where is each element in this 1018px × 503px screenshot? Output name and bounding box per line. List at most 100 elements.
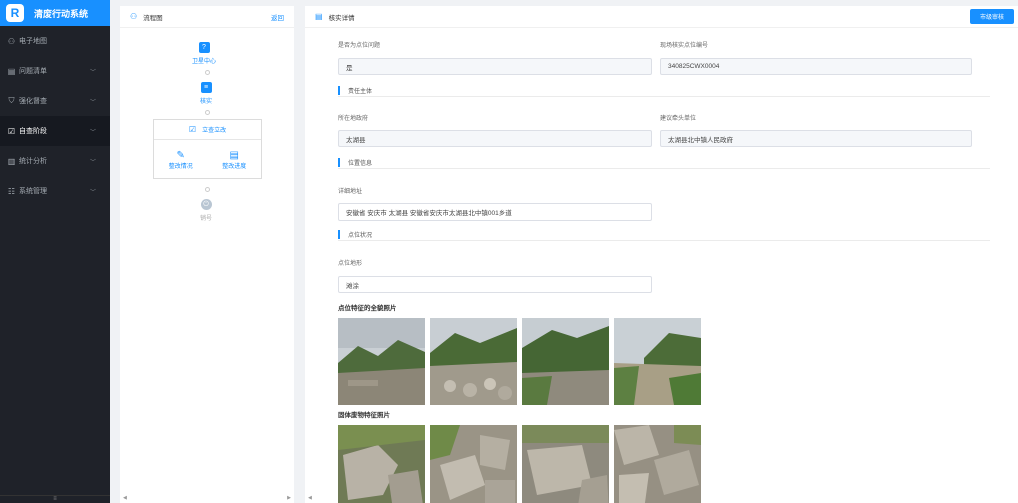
document-icon: ≡ — [200, 82, 212, 93]
edit-doc-icon: ▤ — [229, 149, 239, 161]
flow-title: 流程图 — [143, 14, 163, 22]
waste-photo[interactable] — [338, 425, 425, 503]
chevron-down-icon: ﹀ — [89, 189, 96, 196]
checklist-icon: ☑ — [7, 126, 16, 136]
flow-node-label: 整改进度 — [222, 163, 247, 170]
sidebar-item-label: 强化督查 — [19, 98, 47, 105]
sidebar-item-label: 问题清单 — [19, 68, 47, 75]
section-marker — [338, 85, 340, 95]
checkbox-icon: ☑ — [188, 125, 197, 134]
flow-node-rectify-status[interactable]: ✎ 整改情况 — [154, 140, 208, 179]
flow-node-label: 销号 — [200, 216, 213, 222]
collapse-sidebar-icon[interactable]: ≡ — [0, 495, 110, 503]
waste-photos-label: 固体废物特征照片 — [338, 412, 390, 419]
sidebar: R 清废行动系统 ⚇ 电子地图 ▤ 问题清单 ﹀ ⛉ 强化督查 ﹀ ☑ 自查阶段… — [0, 0, 110, 503]
address-label: 详细地址 — [338, 189, 363, 195]
panorama-photo[interactable] — [430, 318, 517, 405]
question-icon: ? — [198, 42, 210, 53]
flow-connector-dot — [205, 110, 210, 115]
section-title: 点位状况 — [348, 232, 373, 239]
sidebar-item-label: 系统管理 — [19, 188, 47, 195]
gov-field[interactable]: 太湖县 — [338, 130, 652, 147]
settings-icon: ☷ — [7, 186, 16, 196]
back-link[interactable]: 返回 — [271, 12, 284, 22]
scroll-right-icon[interactable]: ▶ — [287, 495, 291, 501]
flow-node-filing[interactable]: ☑ 立查立改 — [154, 120, 261, 140]
is-problem-label: 是否为点位问题 — [338, 43, 381, 49]
section-marker — [338, 157, 340, 167]
sidebar-item-label: 电子地图 — [19, 38, 47, 45]
photo-image — [430, 425, 517, 503]
sidebar-item-system[interactable]: ☷ 系统管理 ﹀ — [0, 176, 110, 206]
flow-node-rectify-progress[interactable]: ▤ 整改进度 — [208, 140, 262, 179]
sidebar-item-inspection[interactable]: ⛉ 强化督查 ﹀ — [0, 86, 110, 116]
document-icon: ▤ — [315, 12, 323, 21]
power-icon: ⏻ — [200, 199, 212, 210]
app-logo: R — [6, 4, 24, 22]
sidebar-item-self-check[interactable]: ☑ 自查阶段 ﹀ — [0, 116, 110, 146]
flow-node-label: 核实 — [200, 99, 213, 105]
section-title: 责任主体 — [348, 88, 373, 95]
chevron-down-icon: ﹀ — [89, 159, 96, 166]
flow-node-sales[interactable]: ⏻ 销号 — [200, 199, 212, 222]
flow-panel: ⚇ 流程图 返回 ? 卫星中心 ≡ 核实 ☑ 立查立改 ✎ 整改情况 ▤ 整改进… — [120, 6, 294, 503]
flow-node-label: 立查立改 — [202, 128, 227, 134]
detail-title: 核实详情 — [328, 14, 355, 22]
sidebar-item-map[interactable]: ⚇ 电子地图 — [0, 26, 110, 56]
waste-photo[interactable] — [614, 425, 701, 503]
list-icon: ▤ — [7, 66, 16, 76]
panorama-photo[interactable] — [614, 318, 701, 405]
waste-photo[interactable] — [430, 425, 517, 503]
flow-node-label: 卫星中心 — [192, 59, 217, 65]
lead-unit-label: 建议牵头单位 — [660, 116, 697, 122]
photo-image — [522, 318, 609, 405]
panorama-photo[interactable] — [338, 318, 425, 405]
terrain-label: 点位地形 — [338, 261, 363, 267]
address-textarea[interactable]: 安徽省 安庆市 太湖县 安徽省安庆市太湖县北中镇001乡道 — [338, 203, 652, 221]
sidebar-item-label: 统计分析 — [19, 158, 47, 165]
scroll-left-icon[interactable]: ◀ — [123, 495, 127, 501]
photo-image — [614, 318, 701, 405]
point-code-field[interactable]: 340825CWX0004 — [660, 58, 972, 75]
detail-panel: ▤ 核实详情 市级审核 是否为点位问题 是 现场核实点位编号 340825CWX… — [305, 6, 1018, 503]
terrain-field[interactable]: 滩涂 — [338, 276, 652, 293]
gov-label: 所在地政府 — [338, 116, 369, 122]
user-icon: ⚇ — [7, 36, 16, 46]
photo-image — [614, 425, 701, 503]
chevron-down-icon: ﹀ — [89, 69, 96, 76]
panorama-photo[interactable] — [522, 318, 609, 405]
pen-icon: ✎ — [176, 149, 185, 161]
chevron-down-icon: ﹀ — [89, 99, 96, 106]
chart-icon: ▥ — [7, 156, 16, 166]
section-title: 位置信息 — [348, 160, 373, 167]
flow-node-verify[interactable]: ≡ 核实 — [200, 82, 212, 105]
section-location: 位置信息 — [338, 156, 990, 169]
sidebar-item-label: 自查阶段 — [19, 128, 47, 135]
photo-image — [338, 318, 425, 405]
panorama-photos-label: 点位特征的全貌照片 — [338, 305, 397, 312]
flow-node-center[interactable]: ? 卫星中心 — [192, 42, 216, 65]
sidebar-item-issues[interactable]: ▤ 问题清单 ﹀ — [0, 56, 110, 86]
shield-icon: ⛉ — [8, 96, 15, 105]
is-problem-field[interactable]: 是 — [338, 58, 652, 75]
sidebar-item-stats[interactable]: ▥ 统计分析 ﹀ — [0, 146, 110, 176]
app-title: 清废行动系统 — [34, 8, 89, 19]
flow-connector-dot — [205, 70, 210, 75]
flow-node-label: 整改情况 — [168, 163, 193, 170]
chevron-down-icon: ﹀ — [89, 129, 96, 136]
scroll-left-icon[interactable]: ◀ — [308, 495, 312, 501]
lead-unit-field[interactable]: 太湖县北中镇人民政府 — [660, 130, 972, 147]
section-responsibility: 责任主体 — [338, 84, 990, 97]
photo-image — [522, 425, 609, 503]
sidebar-menu: ⚇ 电子地图 ▤ 问题清单 ﹀ ⛉ 强化督查 ﹀ ☑ 自查阶段 ﹀ ▥ 统计分析… — [0, 26, 110, 206]
waste-photo[interactable] — [522, 425, 609, 503]
flow-box: ☑ 立查立改 ✎ 整改情况 ▤ 整改进度 — [153, 119, 262, 179]
brand[interactable]: R 清废行动系统 — [0, 0, 110, 26]
detail-panel-header: ▤ 核实详情 — [305, 6, 1018, 28]
flow-connector-dot — [205, 187, 210, 192]
section-marker — [338, 229, 340, 239]
photo-image — [338, 425, 425, 503]
point-code-label: 现场核实点位编号 — [660, 43, 709, 49]
section-status: 点位状况 — [338, 228, 990, 241]
city-review-button[interactable]: 市级审核 — [970, 9, 1014, 24]
